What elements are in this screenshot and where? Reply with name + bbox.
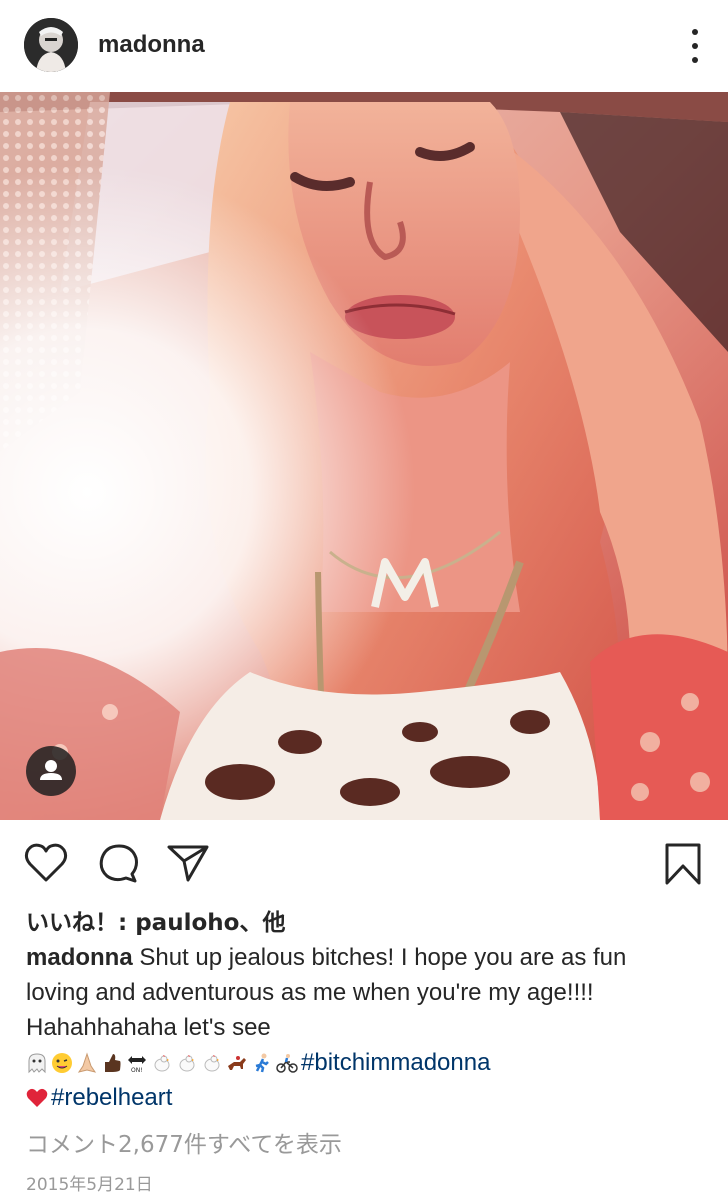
avatar[interactable] [24, 18, 78, 72]
post-photo[interactable] [0, 92, 728, 820]
chicken-emoji-icon [154, 1054, 170, 1071]
caption-username[interactable]: madonna [26, 944, 133, 971]
likes-suffix[interactable]: 、他 [239, 910, 285, 936]
photo-image [0, 92, 728, 820]
hashtag-bitchimmadonna[interactable]: #bitchimmadonna [301, 1045, 490, 1080]
caption-text-line2: loving and adventurous as me when you're… [26, 979, 594, 1006]
action-bar [0, 820, 728, 906]
send-icon[interactable] [166, 842, 210, 888]
runner-emoji-icon [255, 1053, 269, 1072]
post-username[interactable]: madonna [98, 31, 205, 59]
heart-icon[interactable] [24, 842, 68, 888]
post-header: madonna [0, 0, 728, 92]
post-caption: madonna Shut up jealous bitches! I hope … [26, 940, 706, 1115]
ghost-emoji-icon [28, 1052, 46, 1073]
praying-hands-emoji-icon [77, 1051, 97, 1073]
view-all-comments-link[interactable]: コメント2,677件すべてを表示 [26, 1125, 342, 1159]
thumbs-up-emoji-icon [105, 1053, 121, 1072]
hashtag-rebelheart[interactable]: #rebelheart [51, 1080, 172, 1115]
caption-text-line3: Hahahhahaha let's see [26, 1014, 271, 1041]
caption-text-line1: Shut up jealous bitches! I hope you are … [132, 944, 627, 971]
likes-prefix: いいね！: [26, 910, 136, 936]
winking-tongue-emoji-icon [52, 1052, 72, 1073]
red-heart-emoji-icon [26, 1088, 48, 1107]
likes-line[interactable]: いいね！: pauloho、他 [26, 903, 285, 937]
svg-text:ON!: ON! [131, 1067, 143, 1074]
emoji-line: ON! #bitchimmadonna [26, 1045, 706, 1080]
post-timestamp: 2015年5月21日 [26, 1175, 153, 1195]
bicyclist-emoji-icon [276, 1053, 298, 1073]
on-arrow-emoji-icon: ON! [128, 1055, 146, 1074]
heart-line: #rebelheart [26, 1080, 706, 1115]
bookmark-icon[interactable] [664, 842, 702, 890]
comment-icon[interactable] [98, 842, 140, 888]
likes-user[interactable]: pauloho [135, 910, 239, 936]
avatar-image-icon [24, 18, 78, 72]
chicken-emoji-icon [179, 1054, 195, 1071]
chicken-emoji-icon [204, 1054, 220, 1071]
user-tag-icon[interactable] [26, 746, 76, 796]
horse-racing-emoji-icon [228, 1055, 246, 1070]
more-options-icon[interactable] [690, 29, 700, 63]
